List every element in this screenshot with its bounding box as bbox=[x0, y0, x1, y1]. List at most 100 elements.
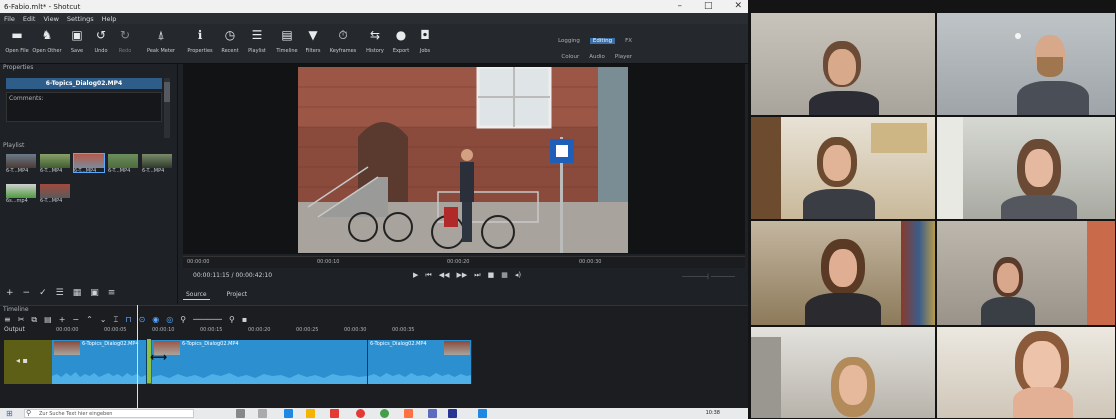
taskbar-app-icon[interactable] bbox=[380, 409, 389, 418]
current-timecode[interactable]: 00:00:11:15 bbox=[193, 272, 230, 279]
play-icon[interactable]: ▶ bbox=[413, 271, 418, 280]
zoom-slider[interactable]: ────── bbox=[193, 315, 222, 325]
close-button[interactable]: ✕ bbox=[734, 0, 742, 13]
zoom-slider[interactable]: ────────┤ ──────── bbox=[682, 274, 735, 280]
playlist-item[interactable]: 6-T...MP4 bbox=[73, 153, 105, 174]
menu-settings[interactable]: Settings bbox=[67, 15, 94, 23]
copy-icon[interactable]: ⧉ bbox=[31, 315, 37, 325]
zoom-in-icon[interactable]: ⚲ bbox=[229, 315, 235, 325]
zoom-out-icon[interactable]: ⚲ bbox=[180, 315, 186, 325]
tab-project[interactable]: Project bbox=[224, 290, 251, 300]
minimize-button[interactable]: – bbox=[677, 0, 682, 13]
grid-icon[interactable]: ▦ bbox=[501, 271, 508, 280]
lift-icon[interactable]: ⌃ bbox=[86, 315, 93, 325]
open-file-button[interactable]: ▬ Open File bbox=[2, 28, 32, 54]
cut-icon[interactable]: ✂ bbox=[18, 315, 25, 325]
check-icon[interactable]: ✓ bbox=[39, 288, 47, 298]
overwrite-icon[interactable]: ⌄ bbox=[100, 315, 107, 325]
timeline-clip[interactable]: 6-Topics_Dialog02.MP4 bbox=[52, 340, 147, 384]
scrub-icon[interactable]: ⊙ bbox=[139, 315, 146, 325]
skip-previous-icon[interactable]: ⏮ bbox=[425, 271, 431, 280]
properties-scrollbar[interactable] bbox=[164, 78, 170, 138]
tab-source[interactable]: Source bbox=[183, 290, 210, 300]
mute-icon[interactable]: ◂ ▪ bbox=[16, 356, 28, 365]
fast-forward-icon[interactable]: ▶▶ bbox=[456, 271, 467, 280]
redo-button[interactable]: ↻ Redo bbox=[110, 28, 140, 54]
timeline-ruler[interactable]: 00:00:00 00:00:05 00:00:10 00:00:15 00:0… bbox=[52, 326, 472, 336]
jobs-button[interactable]: ◘ Jobs bbox=[410, 28, 440, 54]
tiles-view-icon[interactable]: ▦ bbox=[73, 288, 82, 298]
snap-icon[interactable]: ⊓ bbox=[125, 315, 131, 325]
video-track[interactable]: 6-Topics_Dialog02.MP4 6-Topics_Dialog02.… bbox=[52, 340, 472, 384]
icons-view-icon[interactable]: ▣ bbox=[90, 288, 99, 298]
layout-player[interactable]: Player bbox=[615, 54, 632, 60]
timeline-clip[interactable]: 6-Topics_Dialog02.MP4 bbox=[368, 340, 472, 384]
participant-tile[interactable] bbox=[936, 116, 1116, 220]
taskbar-app-icon[interactable] bbox=[258, 409, 267, 418]
volume-icon[interactable]: ◂) bbox=[515, 271, 521, 280]
details-view-icon[interactable]: ☰ bbox=[56, 288, 64, 298]
layout-logging[interactable]: Logging bbox=[558, 38, 580, 44]
menu-edit[interactable]: Edit bbox=[23, 15, 36, 23]
remove-icon[interactable]: − bbox=[72, 315, 79, 325]
participant-tile[interactable] bbox=[750, 326, 936, 419]
menu-icon[interactable]: ≡ bbox=[4, 315, 11, 325]
taskbar-app-icon[interactable] bbox=[428, 409, 437, 418]
zoom-fit-icon[interactable]: ▪ bbox=[242, 315, 247, 325]
paste-icon[interactable]: ▤ bbox=[44, 315, 52, 325]
playhead[interactable] bbox=[137, 305, 138, 408]
taskview-icon[interactable] bbox=[236, 409, 245, 418]
video-viewer[interactable] bbox=[183, 64, 745, 254]
remove-icon[interactable]: − bbox=[23, 288, 31, 298]
shotcut-taskbar-icon[interactable] bbox=[448, 409, 457, 418]
playlist-item[interactable]: 6-T...MP4 bbox=[40, 184, 70, 204]
taskbar-search[interactable]: Zur Suche Text hier eingeben bbox=[24, 409, 194, 418]
playlist-item[interactable]: 6-T...MP4 bbox=[40, 154, 70, 174]
menu-file[interactable]: File bbox=[4, 15, 15, 23]
participant-tile[interactable] bbox=[936, 12, 1116, 116]
playlist-button[interactable]: ☰ Playlist bbox=[242, 28, 272, 54]
keyframes-button[interactable]: ⏱ Keyframes bbox=[328, 28, 358, 54]
browser-icon[interactable] bbox=[356, 409, 365, 418]
layout-audio[interactable]: Audio bbox=[589, 54, 605, 60]
viewer-ruler[interactable]: 00:00:00 00:00:10 00:00:20 00:00:30 bbox=[183, 256, 745, 268]
skip-next-icon[interactable]: ⏭ bbox=[474, 271, 480, 280]
menu-help[interactable]: Help bbox=[102, 15, 117, 23]
rewind-icon[interactable]: ◀◀ bbox=[439, 271, 450, 280]
participant-tile[interactable] bbox=[750, 116, 936, 220]
ripple-icon[interactable]: ◉ bbox=[152, 315, 159, 325]
add-icon[interactable]: + bbox=[6, 288, 14, 298]
menu-view[interactable]: View bbox=[43, 15, 58, 23]
windows-start-icon[interactable]: ⊞ bbox=[6, 408, 13, 419]
taskbar-app-icon[interactable] bbox=[404, 409, 413, 418]
folder-icon[interactable] bbox=[306, 409, 315, 418]
participant-tile[interactable] bbox=[936, 220, 1116, 326]
layout-editing[interactable]: Editing bbox=[589, 38, 616, 44]
append-icon[interactable]: + bbox=[59, 315, 66, 325]
playlist-item[interactable]: 6-T...MP4 bbox=[142, 154, 172, 174]
taskbar-app-icon[interactable] bbox=[478, 409, 487, 418]
participant-tile[interactable] bbox=[936, 326, 1116, 419]
ripple-all-icon[interactable]: ◎ bbox=[166, 315, 173, 325]
taskbar-app-icon[interactable] bbox=[330, 409, 339, 418]
comments-field[interactable]: Comments: bbox=[6, 92, 162, 122]
stop-icon[interactable]: ■ bbox=[488, 271, 495, 280]
layout-fx[interactable]: FX bbox=[625, 38, 632, 44]
participant-tile[interactable] bbox=[750, 220, 936, 326]
maximize-button[interactable]: □ bbox=[704, 0, 713, 13]
split-icon[interactable]: ⌶ bbox=[114, 315, 119, 325]
filters-button[interactable]: ▼ Filters bbox=[298, 28, 328, 54]
peak-meter-button[interactable]: ⍋ Peak Meter bbox=[146, 28, 176, 54]
layout-colour[interactable]: Colour bbox=[561, 54, 579, 60]
recent-button[interactable]: ◷ Recent bbox=[215, 28, 245, 54]
menu-icon[interactable]: ≡ bbox=[108, 288, 116, 298]
scroll-thumb[interactable] bbox=[164, 82, 170, 102]
playlist-item[interactable]: 6-T...MP4 bbox=[6, 154, 36, 174]
taskbar-app-icon[interactable] bbox=[284, 409, 293, 418]
participant-tile[interactable] bbox=[750, 12, 936, 116]
timeline-clip[interactable]: 6-Topics_Dialog02.MP4 bbox=[152, 340, 368, 384]
playlist-item[interactable]: 6-T...MP4 bbox=[108, 154, 138, 174]
properties-button[interactable]: ℹ Properties bbox=[185, 28, 215, 54]
open-other-button[interactable]: ♞ Open Other bbox=[32, 28, 62, 54]
playlist-item[interactable]: 6s...mp4 bbox=[6, 184, 36, 204]
